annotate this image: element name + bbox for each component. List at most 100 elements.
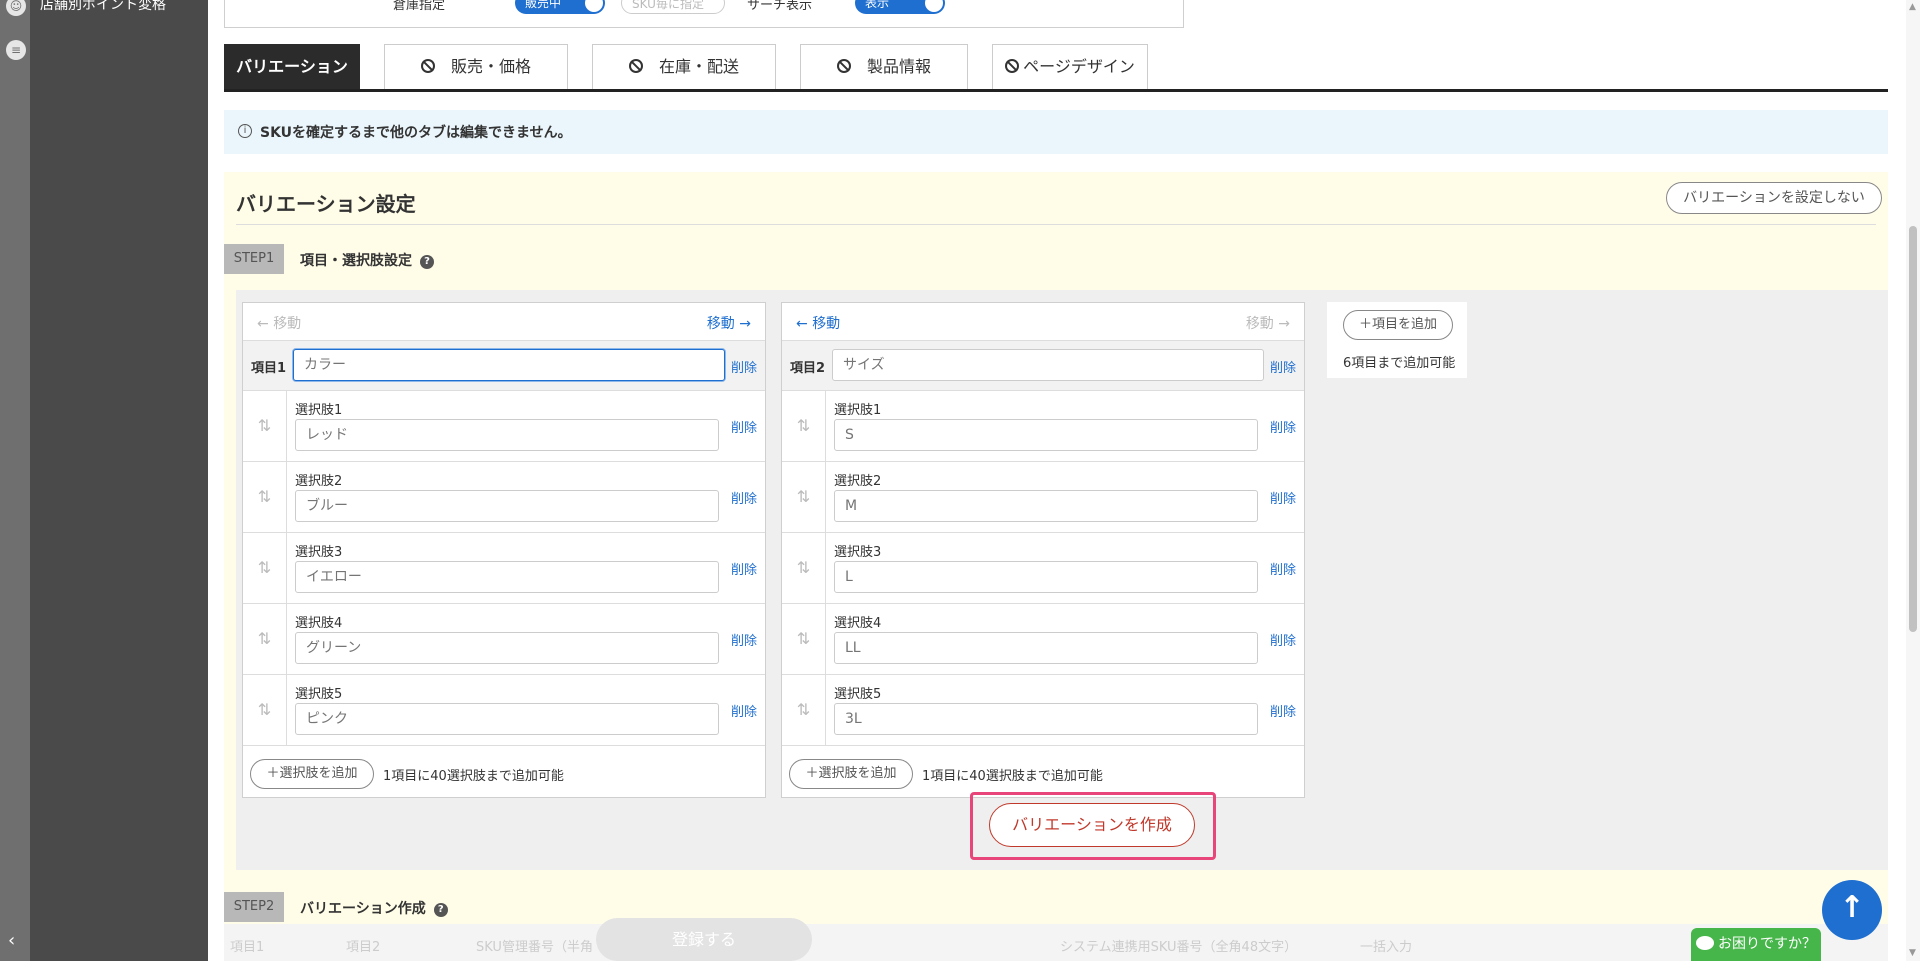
column-footer: ＋選択肢を追加 1項目に40選択肢まで追加可能 bbox=[243, 751, 765, 797]
add-option-button[interactable]: ＋選択肢を追加 bbox=[789, 759, 913, 789]
option-row: ⇅ 選択肢1 削除 bbox=[243, 391, 765, 462]
option-row: ⇅ 選択肢4 削除 bbox=[243, 604, 765, 675]
move-left-button[interactable]: ← 移動 bbox=[796, 313, 840, 333]
tab-sales-price[interactable]: 販売・価格 bbox=[384, 44, 568, 89]
column-footer: ＋選択肢を追加 1項目に40選択肢まで追加可能 bbox=[782, 751, 1304, 797]
drag-handle-icon[interactable]: ⇅ bbox=[782, 533, 826, 603]
sku-specify-pill[interactable]: SKU毎に指定 bbox=[621, 0, 725, 14]
variation-section: バリエーション設定 バリエーションを設定しない STEP1 項目・選択肢設定? … bbox=[224, 172, 1888, 961]
move-right-button: 移動 → bbox=[1245, 316, 1290, 332]
drag-handle-icon[interactable]: ⇅ bbox=[243, 391, 287, 461]
register-button[interactable]: 登録する bbox=[596, 918, 812, 961]
delete-option-button[interactable]: 削除 bbox=[731, 630, 757, 649]
option-input[interactable] bbox=[834, 561, 1258, 593]
option-row: ⇅ 選択肢3 削除 bbox=[782, 533, 1304, 604]
item-name-input[interactable] bbox=[832, 349, 1264, 381]
drag-handle-icon[interactable]: ⇅ bbox=[782, 675, 826, 745]
scroll-thumb[interactable] bbox=[1909, 226, 1917, 632]
option-label: 選択肢2 bbox=[834, 474, 882, 489]
create-variation-button[interactable]: バリエーションを作成 bbox=[989, 803, 1195, 847]
option-label: 選択肢4 bbox=[295, 616, 343, 631]
delete-option-button[interactable]: 削除 bbox=[1270, 488, 1296, 507]
scroll-to-top-button[interactable]: ↑ bbox=[1822, 880, 1882, 940]
list-icon[interactable]: ≡ bbox=[6, 40, 26, 60]
sidebar-item-label: 店舗別ポイント変格 bbox=[40, 0, 166, 13]
add-item-note: 6項目まで追加可能 bbox=[1343, 356, 1456, 371]
tab-stock-shipping[interactable]: 在庫・配送 bbox=[592, 44, 776, 89]
disabled-icon bbox=[420, 59, 435, 73]
main-content: 倉庫指定 販売中 SKU毎に指定 サーチ表示 表示 バリエーション 販売・価格 … bbox=[208, 0, 1920, 961]
step2-badge: STEP2 bbox=[224, 892, 284, 922]
tab-page-design[interactable]: ページデザイン bbox=[992, 44, 1148, 89]
option-input[interactable] bbox=[295, 419, 719, 451]
step1-title: 項目・選択肢設定? bbox=[300, 250, 434, 270]
user-icon[interactable]: ☺ bbox=[6, 0, 26, 16]
option-input[interactable] bbox=[834, 703, 1258, 735]
tab-variation[interactable]: バリエーション bbox=[224, 44, 360, 89]
drag-handle-icon[interactable]: ⇅ bbox=[782, 604, 826, 674]
help-icon[interactable]: ? bbox=[433, 903, 448, 917]
search-display-label: サーチ表示 bbox=[747, 0, 813, 13]
scroll-up-icon[interactable]: ▲ bbox=[1909, 2, 1916, 12]
option-input[interactable] bbox=[834, 632, 1258, 664]
item-name-input[interactable] bbox=[293, 349, 725, 381]
sidebar-item-store-points[interactable]: 店舗別ポイント変格 bbox=[40, 0, 166, 14]
table-header-cell: SKU管理番号（半角 bbox=[476, 940, 593, 955]
drag-handle-icon[interactable]: ⇅ bbox=[243, 675, 287, 745]
option-row: ⇅ 選択肢3 削除 bbox=[243, 533, 765, 604]
option-label: 選択肢5 bbox=[834, 687, 882, 702]
delete-option-button[interactable]: 削除 bbox=[1270, 559, 1296, 578]
drag-handle-icon[interactable]: ⇅ bbox=[243, 533, 287, 603]
search-display-toggle[interactable]: 表示 bbox=[855, 0, 945, 14]
delete-option-button[interactable]: 削除 bbox=[731, 417, 757, 436]
drag-handle-icon[interactable]: ⇅ bbox=[243, 462, 287, 532]
option-label: 選択肢2 bbox=[295, 474, 343, 489]
move-left-button: ← 移動 bbox=[257, 316, 302, 332]
collapse-chevron-icon[interactable]: ‹ bbox=[8, 930, 15, 951]
option-input[interactable] bbox=[295, 632, 719, 664]
option-input[interactable] bbox=[295, 561, 719, 593]
drag-handle-icon[interactable]: ⇅ bbox=[243, 604, 287, 674]
option-label: 選択肢5 bbox=[295, 687, 343, 702]
delete-item-button[interactable]: 削除 bbox=[731, 357, 757, 376]
add-option-button[interactable]: ＋選択肢を追加 bbox=[250, 759, 374, 789]
disabled-icon bbox=[628, 59, 643, 73]
step1-area: ← 移動 移動 → 項目1 削除 ⇅ 選択肢1 削除 ⇅ 選択肢2 bbox=[236, 290, 1888, 870]
delete-option-button[interactable]: 削除 bbox=[1270, 701, 1296, 720]
delete-option-button[interactable]: 削除 bbox=[731, 488, 757, 507]
option-label: 選択肢1 bbox=[834, 403, 882, 418]
sales-toggle[interactable]: 販売中 bbox=[515, 0, 605, 14]
help-chat-button[interactable]: お困りですか？ bbox=[1691, 928, 1821, 961]
option-input[interactable] bbox=[295, 490, 719, 522]
tab-product-info[interactable]: 製品情報 bbox=[800, 44, 968, 89]
create-variation-highlight: バリエーションを作成 bbox=[970, 792, 1216, 860]
move-right-button[interactable]: 移動 → bbox=[707, 313, 751, 333]
option-label: 選択肢1 bbox=[295, 403, 343, 418]
bulk-input-link[interactable]: 一括入力 bbox=[1360, 936, 1412, 955]
option-input[interactable] bbox=[834, 490, 1258, 522]
add-option-note: 1項目に40選択肢まで追加可能 bbox=[922, 769, 1103, 784]
delete-option-button[interactable]: 削除 bbox=[1270, 417, 1296, 436]
drag-handle-icon[interactable]: ⇅ bbox=[782, 391, 826, 461]
delete-option-button[interactable]: 削除 bbox=[1270, 630, 1296, 649]
option-input[interactable] bbox=[834, 419, 1258, 451]
drag-handle-icon[interactable]: ⇅ bbox=[782, 462, 826, 532]
delete-option-button[interactable]: 削除 bbox=[731, 559, 757, 578]
delete-option-button[interactable]: 削除 bbox=[731, 701, 757, 720]
delete-item-button[interactable]: 削除 bbox=[1270, 357, 1296, 376]
chat-bubble-icon bbox=[1696, 936, 1714, 950]
info-icon: i bbox=[238, 124, 252, 138]
arrow-up-icon: ↑ bbox=[1839, 890, 1865, 925]
item-label: 項目2 bbox=[790, 361, 826, 376]
add-item-button[interactable]: ＋項目を追加 bbox=[1343, 310, 1453, 340]
step2-header: STEP2 バリエーション作成? bbox=[224, 878, 1888, 922]
item-row: 項目1 削除 bbox=[243, 341, 765, 391]
option-input[interactable] bbox=[295, 703, 719, 735]
help-icon[interactable]: ? bbox=[420, 255, 434, 269]
info-text: SKUを確定するまで他のタブは編集できません。 bbox=[260, 125, 572, 141]
page-scrollbar[interactable]: ▲ ▼ bbox=[1906, 0, 1920, 961]
scroll-down-icon[interactable]: ▼ bbox=[1909, 948, 1916, 958]
table-header-cell: システム連携用SKU番号（全角48文字） bbox=[1060, 940, 1298, 955]
step1-badge: STEP1 bbox=[224, 244, 284, 274]
no-variation-button[interactable]: バリエーションを設定しない bbox=[1666, 182, 1882, 214]
